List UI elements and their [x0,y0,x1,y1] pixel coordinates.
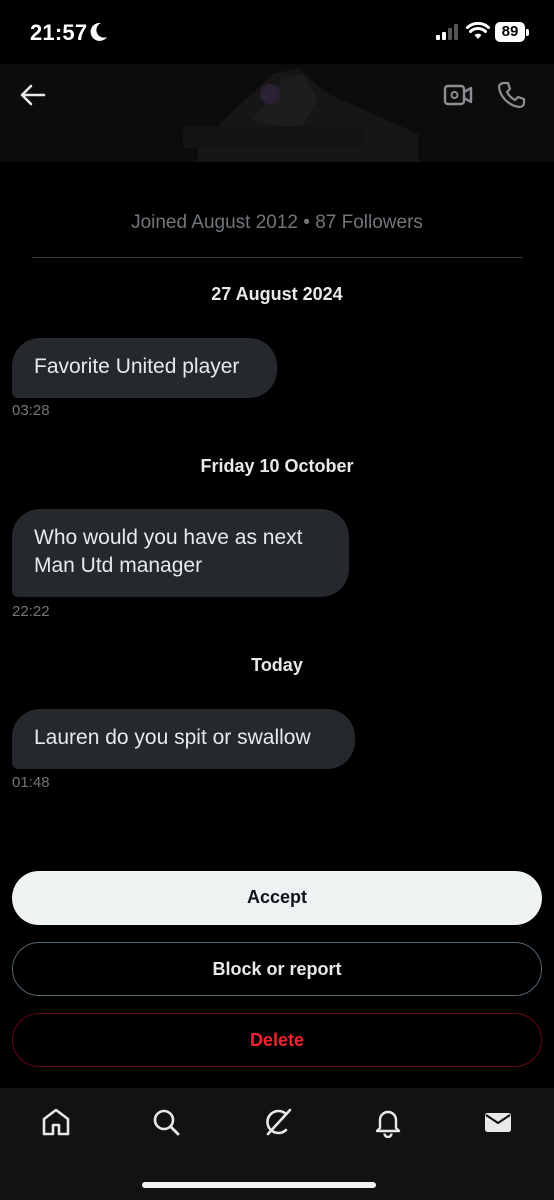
message-text: Favorite United player [34,355,240,378]
message-text-line: Man Utd manager [34,554,203,577]
message-bubble[interactable]: Lauren do you spit or swallow [12,709,355,769]
divider [32,257,522,258]
date-separator: Friday 10 October [200,456,354,476]
cellular-signal-icon [436,24,458,40]
message-text: Lauren do you spit or swallow [34,726,311,749]
delete-button[interactable]: Delete [12,1013,542,1067]
profile-banner-image [183,68,418,162]
search-icon[interactable] [150,1106,182,1138]
message-text-line: Who would you have as next [34,526,303,549]
accept-button[interactable]: Accept [12,871,542,925]
home-icon[interactable] [40,1106,72,1138]
back-arrow-icon[interactable] [18,80,48,110]
message-bubble[interactable]: Who would you have as next Man Utd manag… [12,509,349,597]
phone-call-icon[interactable] [496,80,526,110]
wifi-icon [466,22,490,39]
message-bubble[interactable]: Favorite United player [12,338,277,398]
messages-envelope-icon[interactable] [482,1106,514,1138]
date-separator: 27 August 2024 [211,284,343,304]
grok-icon[interactable] [262,1106,294,1138]
joined-followers-info: Joined August 2012 • 87 Followers [131,212,423,233]
status-time: 21:57 [30,20,88,45]
message-time: 03:28 [12,402,50,419]
moon-icon [90,22,107,41]
status-bar: 21:57 89 [0,0,554,64]
message-time: 01:48 [12,774,50,791]
battery-level: 89 [495,22,525,42]
battery-indicator: 89 [495,22,529,42]
video-call-icon[interactable] [442,80,474,110]
message-time: 22:22 [12,603,50,620]
date-separator: Today [251,655,303,675]
conversation-header [0,64,554,162]
battery-cap [526,29,529,36]
home-indicator[interactable] [142,1182,376,1188]
block-or-report-button[interactable]: Block or report [12,942,542,996]
notifications-bell-icon[interactable] [372,1106,404,1138]
